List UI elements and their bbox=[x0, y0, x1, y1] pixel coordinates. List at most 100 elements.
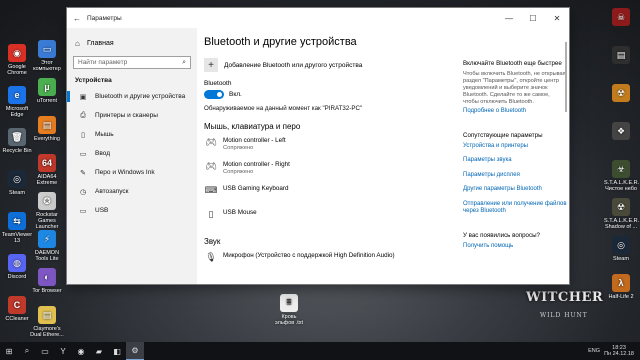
desktop-icon-label: Tor Browser bbox=[32, 288, 62, 294]
taskbar-settings-icon[interactable]: ⚙ bbox=[126, 342, 144, 360]
questions-title: У вас появились вопросы? bbox=[463, 231, 540, 239]
device-name: Микрофон (Устройство с поддержкой High D… bbox=[223, 252, 395, 259]
start-button[interactable]: ⊞ bbox=[0, 342, 18, 360]
device-status: Сопряжено bbox=[223, 169, 254, 175]
audio-device-item[interactable]: 🎙︎ Микрофон (Устройство с поддержкой High… bbox=[204, 252, 449, 274]
plus-icon: + bbox=[204, 58, 218, 72]
sidebar-item-label: Автозапуск bbox=[95, 188, 129, 195]
language-indicator[interactable]: ENG bbox=[588, 348, 600, 354]
app-icon: ▭ bbox=[38, 40, 56, 58]
close-button[interactable]: ✕ bbox=[545, 8, 569, 28]
app-icon: ▤ bbox=[612, 46, 630, 64]
desktop-icon-label: Microsoft Edge bbox=[5, 106, 29, 118]
desktop-icon-label: Claymore's Dual Ethere... bbox=[30, 326, 64, 338]
get-help-link[interactable]: Получить помощь bbox=[463, 243, 567, 251]
pen-icon: ✎ bbox=[80, 169, 86, 177]
app-icon: ⇆ bbox=[8, 212, 26, 230]
app-icon: 64 bbox=[38, 154, 56, 172]
back-icon[interactable]: ← bbox=[67, 8, 87, 28]
device-item[interactable]: 🎮︎ Motion controller - Right Сопряжено bbox=[204, 161, 449, 183]
desktop-icon[interactable]: ▭ Этот компьютер bbox=[30, 40, 64, 72]
related-link[interactable]: Устройства и принтеры bbox=[463, 143, 567, 151]
taskbar-store-icon[interactable]: ◧ bbox=[108, 342, 126, 360]
app-icon: ☢ bbox=[612, 198, 630, 216]
desktop-icon[interactable]: ❖ bbox=[604, 122, 638, 142]
device-name: Motion controller - Left bbox=[223, 137, 286, 144]
taskbar-yandex-icon[interactable]: Y bbox=[54, 342, 72, 360]
device-item[interactable]: 🎮︎ Motion controller - Left Сопряжено bbox=[204, 137, 449, 159]
sidebar-item-printer[interactable]: ⎙ Принтеры и сканеры bbox=[67, 106, 197, 125]
desktop-icon[interactable]: ◐ Tor Browser bbox=[30, 268, 64, 294]
related-link[interactable]: Отправление или получение файлов через B… bbox=[463, 201, 567, 216]
desktop-icon[interactable]: ◍ Discord bbox=[0, 254, 34, 280]
desktop-icon[interactable]: ☢ bbox=[604, 84, 638, 104]
desktop-icon[interactable]: ◎ Steam bbox=[0, 170, 34, 196]
desktop-icon[interactable]: ◎ Steam bbox=[604, 236, 638, 262]
taskbar-chrome-icon[interactable]: ◉ bbox=[72, 342, 90, 360]
desktop-icon[interactable]: e Microsoft Edge bbox=[0, 86, 34, 118]
minimize-button[interactable]: — bbox=[497, 8, 521, 28]
sidebar-item-pen[interactable]: ✎ Перо и Windows Ink bbox=[67, 163, 197, 182]
related-link[interactable]: Другие параметры Bluetooth bbox=[463, 186, 567, 194]
desktop-icon[interactable]: ▤ bbox=[604, 46, 638, 66]
app-icon: ☠ bbox=[612, 8, 630, 26]
taskbar-file-explorer-icon[interactable]: ▰ bbox=[90, 342, 108, 360]
desktop-file-icon[interactable]: ≣ Кровь эльфов .txt bbox=[272, 294, 306, 326]
taskbar-search-icon[interactable]: ⌕ bbox=[18, 342, 36, 360]
microphone-icon: 🎙︎ bbox=[205, 252, 217, 262]
desktop-icon[interactable]: ☢ S.T.A.L.K.E.R. Shadow of ... bbox=[604, 198, 639, 230]
desktop-icon[interactable]: ⚡ DAEMON Tools Lite bbox=[30, 230, 64, 262]
sidebar-item-mouse[interactable]: ▯ Мышь bbox=[67, 125, 197, 144]
desktop-icon-label: TeamViewer 13 bbox=[1, 232, 33, 244]
desktop-icon-label: Этот компьютер bbox=[33, 60, 61, 72]
desktop-icon[interactable]: ⇆ TeamViewer 13 bbox=[0, 212, 34, 244]
related-link[interactable]: Параметры звука bbox=[463, 157, 567, 165]
autoplay-icon: ◷ bbox=[79, 188, 87, 196]
right-panel: Включайте Bluetooth еще быстрее Чтобы вк… bbox=[463, 28, 567, 284]
desktop-icon[interactable]: C CCleaner bbox=[0, 296, 34, 322]
settings-window: ← Параметры — ☐ ✕ ⌂ Главная Найти параме… bbox=[67, 8, 569, 284]
app-icon: ▤ bbox=[38, 116, 56, 134]
desktop-icon[interactable]: ▤ Claymore's Dual Ethere... bbox=[30, 306, 64, 338]
bluetooth-info-link[interactable]: Подробнее о Bluetooth bbox=[463, 108, 567, 116]
sidebar-item-label: Перо и Windows Ink bbox=[95, 169, 155, 176]
taskbar: ⊞ ⌕ ▭ Y ◉ ▰ ◧ ⚙ ENG 18:23 Пн 24.12.18 bbox=[0, 342, 640, 360]
window-title: Параметры bbox=[87, 14, 122, 22]
desktop-icon-label: CCleaner bbox=[5, 316, 29, 322]
desktop-icon[interactable]: 64 AIDA64 Extreme bbox=[30, 154, 64, 186]
desktop-icon[interactable]: ☣ S.T.A.L.K.E.R. Чистое небо bbox=[604, 160, 639, 192]
desktop-icon[interactable]: ☠ bbox=[604, 8, 638, 28]
desktop-icon[interactable]: ▤ Everything bbox=[30, 116, 64, 142]
app-icon: ◎ bbox=[8, 170, 26, 188]
desktop-icon[interactable]: 🗑︎ Recycle Bin bbox=[0, 128, 34, 154]
desktop-icon[interactable]: λ Half-Life 2 bbox=[604, 274, 638, 300]
app-icon: ❖ bbox=[612, 122, 630, 140]
app-icon: ☢ bbox=[612, 84, 630, 102]
desktop-icon-label: Discord bbox=[7, 274, 27, 280]
desktop-icon[interactable]: ✪ Rockstar Games Launcher bbox=[30, 192, 64, 230]
bluetooth-toggle-row: Вкл. bbox=[204, 90, 449, 99]
device-item[interactable]: ▯ USB Mouse bbox=[204, 209, 449, 231]
scrollbar[interactable] bbox=[565, 42, 567, 112]
search-input[interactable]: Найти параметр ⌕ bbox=[73, 56, 191, 69]
sidebar-item-label: Принтеры и сканеры bbox=[95, 112, 158, 119]
sidebar-item-bluetooth[interactable]: ▣ Bluetooth и другие устройства bbox=[67, 87, 197, 106]
desktop-icon[interactable]: µ uTorrent bbox=[30, 78, 64, 104]
clock[interactable]: 18:23 Пн 24.12.18 bbox=[604, 345, 634, 357]
sidebar-item-usb[interactable]: ▭ USB bbox=[67, 201, 197, 220]
sidebar-item-autoplay[interactable]: ◷ Автозапуск bbox=[67, 182, 197, 201]
app-icon: ◉ bbox=[8, 44, 26, 62]
mouse-icon: ▯ bbox=[81, 131, 85, 139]
add-device-button[interactable]: + Добавление Bluetooth или другого устро… bbox=[204, 58, 449, 72]
sidebar-item-home[interactable]: ⌂ Главная bbox=[67, 36, 197, 50]
device-item[interactable]: ⌨ USB Gaming Keyboard bbox=[204, 185, 449, 207]
bluetooth-toggle[interactable] bbox=[204, 90, 224, 99]
sidebar-item-keyboard[interactable]: ▭ Ввод bbox=[67, 144, 197, 163]
related-link[interactable]: Параметры дисплея bbox=[463, 172, 567, 180]
desktop-icon[interactable]: ◉ Google Chrome bbox=[0, 44, 34, 76]
maximize-button[interactable]: ☐ bbox=[521, 8, 545, 28]
audio-device-list: 🎙︎ Микрофон (Устройство с поддержкой High… bbox=[204, 252, 449, 274]
text-file-icon: ≣ bbox=[280, 294, 298, 312]
device-status: Сопряжено bbox=[223, 145, 254, 151]
taskbar-task-view-icon[interactable]: ▭ bbox=[36, 342, 54, 360]
